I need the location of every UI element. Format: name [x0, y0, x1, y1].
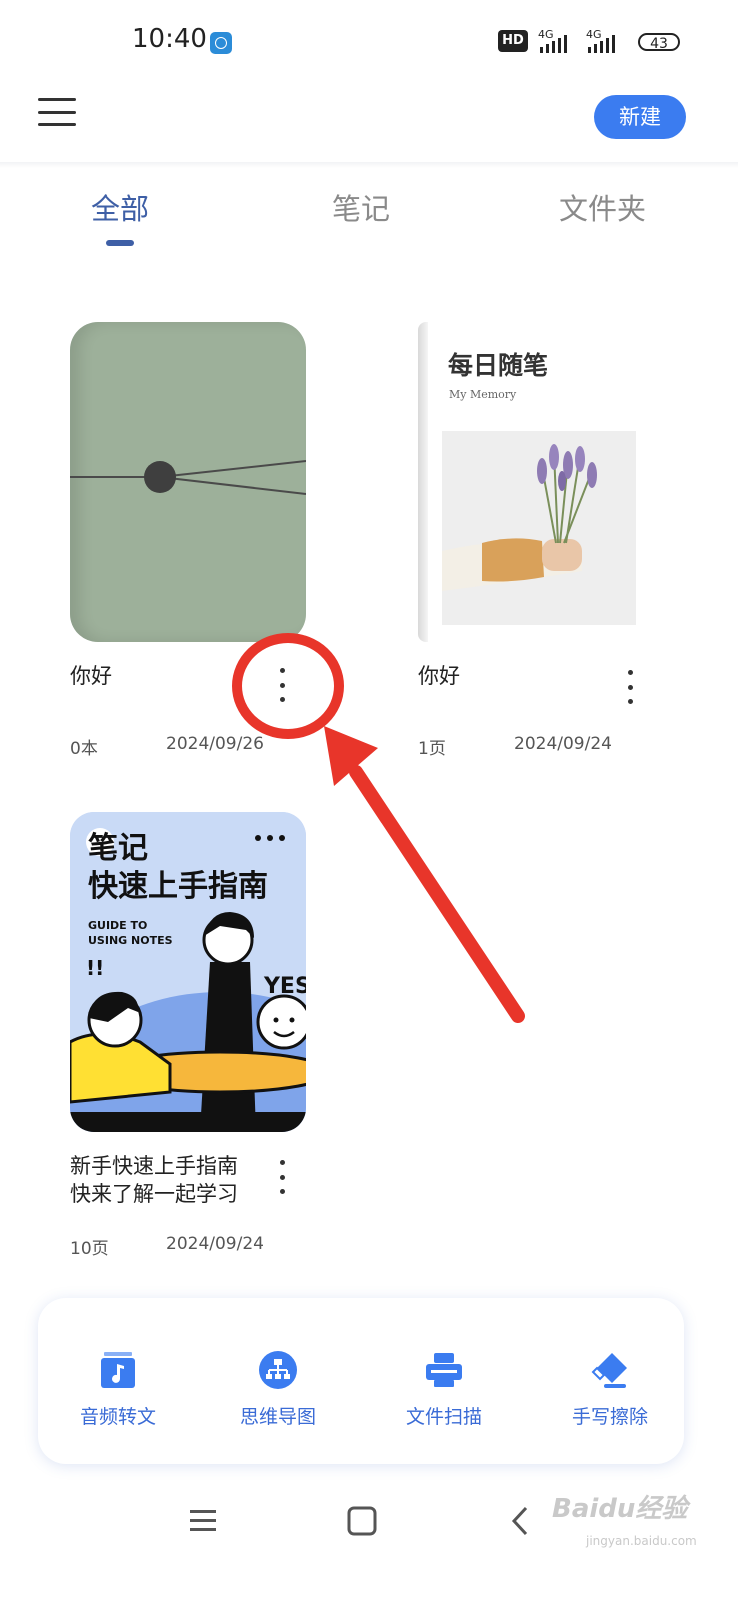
scanner-icon: [426, 1353, 462, 1387]
status-time: 10:40: [132, 24, 207, 54]
card-date: 2024/09/26: [166, 734, 264, 754]
header-divider: [0, 162, 738, 168]
more-options-icon[interactable]: [272, 1160, 292, 1194]
card-count: 10页: [70, 1239, 109, 1259]
notebook-cover-1[interactable]: [70, 322, 306, 642]
audio-to-text-button[interactable]: 音频转文: [38, 1298, 198, 1464]
document-scan-button[interactable]: 文件扫描: [364, 1298, 524, 1464]
cover-title-line2: 快速上手指南: [88, 869, 268, 904]
mind-map-icon: [259, 1351, 297, 1389]
recents-icon[interactable]: [186, 1500, 226, 1540]
tab-all[interactable]: 全部: [91, 186, 149, 228]
tool-label: 思维导图: [239, 1406, 316, 1428]
back-icon[interactable]: [500, 1500, 540, 1540]
baidu-watermark-url: jingyan.baidu.com: [586, 1534, 697, 1548]
tool-label: 音频转文: [79, 1406, 156, 1428]
card-title: 你好: [418, 664, 460, 688]
signal-strength-icon-2: [588, 33, 615, 53]
card-title: 新手快速上手指南 快来了解一起学习: [70, 1152, 238, 1208]
feature-toolbar: 音频转文 思维导图 文件扫描 手写擦除: [38, 1298, 684, 1464]
card-count: 0本: [70, 739, 98, 759]
battery-indicator: 43: [638, 33, 680, 52]
cover-subtitle: My Memory: [449, 388, 517, 401]
card-date: 2024/09/24: [166, 1234, 264, 1254]
hamburger-menu-icon[interactable]: [38, 98, 76, 126]
mind-map-button[interactable]: 思维导图: [198, 1298, 358, 1464]
cover-en-line1: GUIDE TO: [88, 919, 148, 932]
tool-label: 文件扫描: [405, 1406, 482, 1428]
baidu-watermark: Baidu经验: [552, 1494, 688, 1524]
cover-title: 每日随笔: [448, 351, 549, 380]
card-title-line1: 新手快速上手指南: [70, 1154, 238, 1178]
hd-voice-icon: HD: [498, 30, 528, 52]
annotation-arrow: [324, 726, 525, 1023]
new-button[interactable]: 新建: [594, 95, 686, 139]
notification-app-icon: [210, 32, 232, 54]
card-title: 你好: [70, 664, 112, 688]
notebook-cover-2[interactable]: 每日随笔 My Memory: [418, 322, 654, 642]
eraser-icon: [591, 1353, 627, 1388]
audio-note-icon: [101, 1352, 135, 1388]
handwriting-erase-button[interactable]: 手写擦除: [530, 1298, 690, 1464]
cover-title-line1: 笔记: [88, 831, 148, 866]
card-title-line2: 快来了解一起学习: [70, 1182, 238, 1206]
notebook-cover-3[interactable]: 笔记 快速上手指南 GUIDE TO USING NOTES !! YES: [70, 812, 306, 1132]
home-icon[interactable]: [342, 1500, 382, 1540]
tab-folders[interactable]: 文件夹: [559, 186, 646, 228]
more-options-icon[interactable]: [620, 670, 640, 704]
tool-label: 手写擦除: [571, 1406, 648, 1428]
tab-active-indicator: [106, 240, 134, 246]
tab-notes[interactable]: 笔记: [332, 186, 390, 228]
lavender-photo: [442, 431, 636, 625]
notebook-spine: [418, 322, 428, 642]
signal-strength-icon-1: [540, 33, 567, 53]
elastic-band-illustration: [70, 460, 306, 495]
cover-exclaim: !!: [86, 956, 105, 980]
cover-en-line2: USING NOTES: [88, 934, 173, 947]
